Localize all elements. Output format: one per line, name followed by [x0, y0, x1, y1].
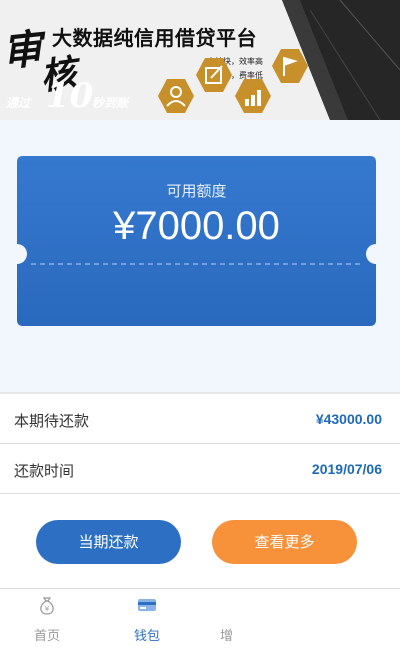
due-date-row: 还款时间 2019/07/06	[0, 444, 400, 494]
repay-current-button[interactable]: 当期还款	[36, 520, 181, 564]
banner-tag-suffix: 秒到账	[92, 96, 129, 110]
promo-banner[interactable]: 审 核 大数据纯信用借贷平台 审核快，效率高 额度高，费率低 通过 10 秒到账	[0, 0, 400, 120]
user-icon	[158, 79, 194, 113]
flag-icon	[272, 49, 308, 83]
due-amount-value: ¥43000.00	[315, 411, 382, 427]
tab-increase[interactable]: 增	[198, 589, 238, 648]
banner-tag-prefix: 通过	[6, 96, 31, 110]
banner-title: 大数据纯信用借贷平台	[52, 26, 257, 50]
svg-text:¥: ¥	[45, 605, 50, 613]
view-more-button[interactable]: 查看更多	[212, 520, 357, 564]
edit-icon	[196, 58, 232, 92]
chart-icon	[235, 79, 271, 113]
available-credit-label: 可用额度	[166, 182, 227, 200]
tab-wallet[interactable]: 钱包	[117, 589, 177, 648]
tab-increase-label: 增	[220, 629, 234, 644]
tab-home[interactable]: ¥ 首页	[17, 589, 77, 648]
due-amount-row: 本期待还款 ¥43000.00	[0, 394, 400, 444]
banner-calligraphy: 审	[0, 25, 45, 76]
available-credit-amount: ¥7000.00	[113, 204, 280, 248]
credit-card-section: 可用额度 ¥7000.00	[0, 120, 400, 392]
due-date-value: 2019/07/06	[311, 461, 382, 477]
due-amount-label: 本期待还款	[14, 412, 90, 430]
banner-tag-number: 10	[46, 76, 94, 116]
tab-wallet-label: 钱包	[133, 629, 160, 644]
bottom-tab-bar: ¥ 首页 钱包 增	[0, 588, 400, 648]
tab-home-label: 首页	[33, 629, 60, 644]
money-bag-icon: ¥	[40, 597, 54, 615]
due-date-label: 还款时间	[14, 462, 75, 480]
wallet-icon	[138, 599, 156, 611]
